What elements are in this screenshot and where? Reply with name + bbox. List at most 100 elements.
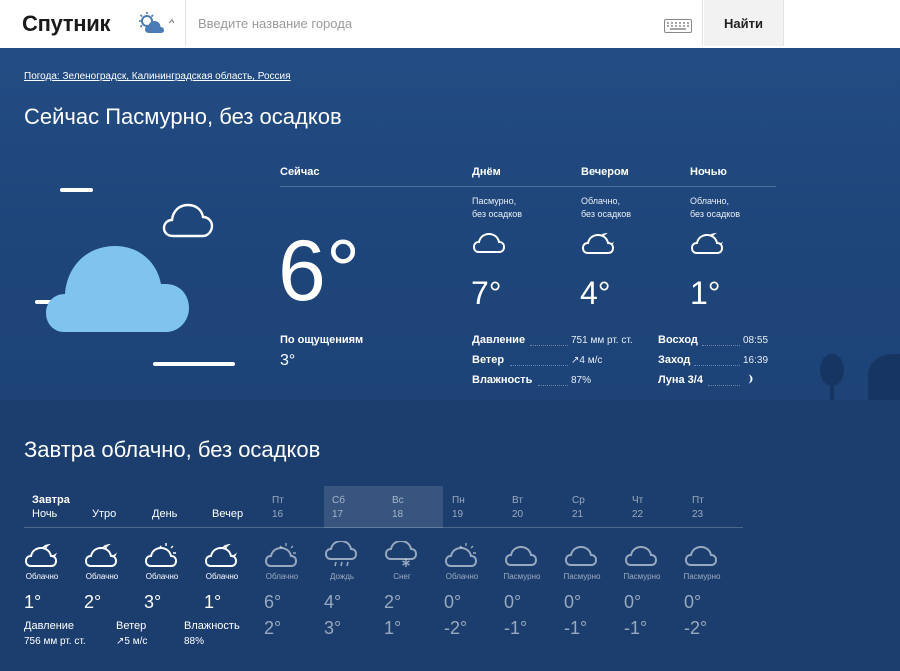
search-box bbox=[185, 0, 703, 46]
cloud-moon-icon bbox=[690, 232, 724, 254]
forecast-cell-temp: 0° bbox=[624, 592, 642, 612]
logo-text[interactable]: Спутник bbox=[22, 11, 110, 37]
forecast-cell-desc: Пасмурно bbox=[683, 572, 721, 581]
part-temp-night: 1° bbox=[690, 275, 721, 311]
forecast-cell-desc: Пасмурно bbox=[563, 572, 601, 581]
snow-icon bbox=[384, 541, 418, 567]
sunset-value: 16:39 bbox=[743, 355, 769, 366]
dotted-leader bbox=[510, 365, 568, 366]
forecast-day-1[interactable]: Сб 17 bbox=[332, 494, 345, 522]
forecast-day-4[interactable]: Вт 20 bbox=[512, 494, 523, 522]
forecast-cell-temp: 0° bbox=[564, 592, 582, 612]
part-temp-evening: 4° bbox=[580, 275, 611, 311]
forecast-cell-temp: 3° bbox=[144, 592, 162, 612]
tomorrow-humidity-label: Влажность bbox=[184, 620, 240, 632]
forecast-cell-temp: 0° bbox=[504, 592, 522, 612]
forecast-day-date: 18 bbox=[392, 509, 404, 520]
forecast-cell-temp: 0° bbox=[444, 592, 462, 612]
part-desc-day-line2: без осадков bbox=[472, 209, 523, 219]
feels-like-value: 3° bbox=[280, 352, 296, 369]
cloud-moon-icon bbox=[204, 543, 238, 567]
forecast-day-date: 20 bbox=[512, 509, 524, 520]
part-desc-night-line2: без осадков bbox=[690, 209, 741, 219]
forecast-cell-desc: Дождь bbox=[329, 572, 355, 581]
forecast-day-7[interactable]: Пт 23 bbox=[692, 494, 704, 522]
forecast-day-date: 23 bbox=[692, 509, 704, 520]
page-title: Сейчас Пасмурно, без осадков bbox=[24, 104, 342, 129]
part-label-night: Ночью bbox=[690, 166, 727, 178]
period-evening: Вечер bbox=[212, 508, 244, 520]
sunrise-label: Восход bbox=[658, 334, 698, 346]
forecast-day-date: 16 bbox=[272, 509, 284, 520]
part-temp-day: 7° bbox=[471, 275, 502, 311]
forecast-cell-night-temp: 2° bbox=[264, 618, 282, 638]
period-night: Ночь bbox=[32, 508, 58, 520]
tomorrow-wind-label: Ветер bbox=[116, 620, 147, 632]
forecast-day-0[interactable]: Пт 16 bbox=[272, 494, 284, 522]
cloud-moon-icon bbox=[581, 232, 615, 254]
cloud-moon-icon bbox=[24, 543, 58, 567]
pressure-value: 751 мм рт. ст. bbox=[571, 335, 633, 346]
forecast-cell-desc: Облачно bbox=[205, 572, 239, 581]
forecast-cell-desc: Облачно bbox=[145, 572, 179, 581]
pressure-label: Давление bbox=[472, 334, 526, 346]
current-temperature: 6° bbox=[278, 223, 361, 319]
forecast-cell-temp: 6° bbox=[264, 592, 282, 612]
period-day: День bbox=[152, 508, 178, 520]
forecast-day-date: 17 bbox=[332, 509, 344, 520]
part-label-evening: Вечером bbox=[581, 166, 629, 178]
forecast-day-2[interactable]: Вс 18 bbox=[392, 494, 404, 522]
logo-weather-icon[interactable] bbox=[138, 11, 174, 37]
forecast-cell-temp: 1° bbox=[24, 592, 42, 612]
tomorrow-humidity-value: 88% bbox=[184, 636, 205, 647]
city-search-input[interactable] bbox=[186, 0, 656, 46]
humidity-value: 87% bbox=[571, 375, 592, 386]
forecast-day-name: Сб bbox=[332, 495, 345, 506]
tree-decoration-icon bbox=[820, 354, 900, 400]
forecast-day-date: 21 bbox=[572, 509, 584, 520]
sunrise-value: 08:55 bbox=[743, 335, 769, 346]
forecast-divider bbox=[24, 527, 743, 528]
wind-value: ↗4 м/с bbox=[571, 355, 603, 366]
forecast-cell-temp: 2° bbox=[384, 592, 402, 612]
cloud-sun-icon bbox=[444, 543, 478, 567]
forecast-cell-desc: Облачно bbox=[85, 572, 119, 581]
header-divider bbox=[280, 186, 776, 187]
tomorrow-wind-value: ↗5 м/с bbox=[116, 636, 148, 647]
part-desc-evening-line2: без осадков bbox=[581, 209, 632, 219]
forecast-cell-desc: Облачно bbox=[25, 572, 59, 581]
forecast-cell-temp: 1° bbox=[204, 592, 222, 612]
keyboard-icon[interactable] bbox=[664, 19, 692, 33]
dotted-leader bbox=[538, 385, 568, 386]
forecast-cell-night-temp: -2° bbox=[444, 618, 468, 638]
moon-phase-icon bbox=[748, 374, 753, 384]
cloud-icon bbox=[504, 545, 538, 566]
forecast-day-6[interactable]: Чт 22 bbox=[632, 494, 643, 522]
forecast-cell-night-temp: -2° bbox=[684, 618, 708, 638]
forecast-cell-desc: Пасмурно bbox=[503, 572, 541, 581]
forecast-day-name: Пт bbox=[272, 495, 284, 506]
dotted-leader bbox=[708, 385, 740, 386]
forecast-day-name: Вт bbox=[512, 495, 523, 506]
forecast-cell-desc: Облачно bbox=[445, 572, 479, 581]
tomorrow-pressure-label: Давление bbox=[24, 620, 75, 632]
forecast-cell-temp: 2° bbox=[84, 592, 102, 612]
forecast-day-5[interactable]: Ср 21 bbox=[572, 494, 585, 522]
cloud-icon bbox=[624, 545, 658, 566]
dotted-leader bbox=[694, 365, 740, 366]
forecast-cell-night-temp: -1° bbox=[624, 618, 648, 638]
breadcrumb-link[interactable]: Погода: Зеленоградск, Калининградская об… bbox=[24, 71, 291, 82]
search-button[interactable]: Найти bbox=[704, 0, 784, 46]
part-desc-evening-line1: Облачно, bbox=[581, 196, 620, 206]
period-morning: Утро bbox=[92, 508, 117, 520]
cloud-icon bbox=[472, 232, 506, 253]
forecast-cell-night-temp: 3° bbox=[324, 618, 342, 638]
forecast-day-name: Ср bbox=[572, 495, 585, 506]
forecast-day-3[interactable]: Пн 19 bbox=[452, 494, 465, 522]
site-header: Спутник Найти bbox=[0, 0, 900, 48]
forecast-day-name: Вс bbox=[392, 495, 404, 506]
cloud-moon-icon bbox=[84, 543, 118, 567]
cloud-icon bbox=[684, 545, 718, 566]
tomorrow-label: Завтра bbox=[32, 494, 70, 506]
forecast-day-date: 19 bbox=[452, 509, 464, 520]
